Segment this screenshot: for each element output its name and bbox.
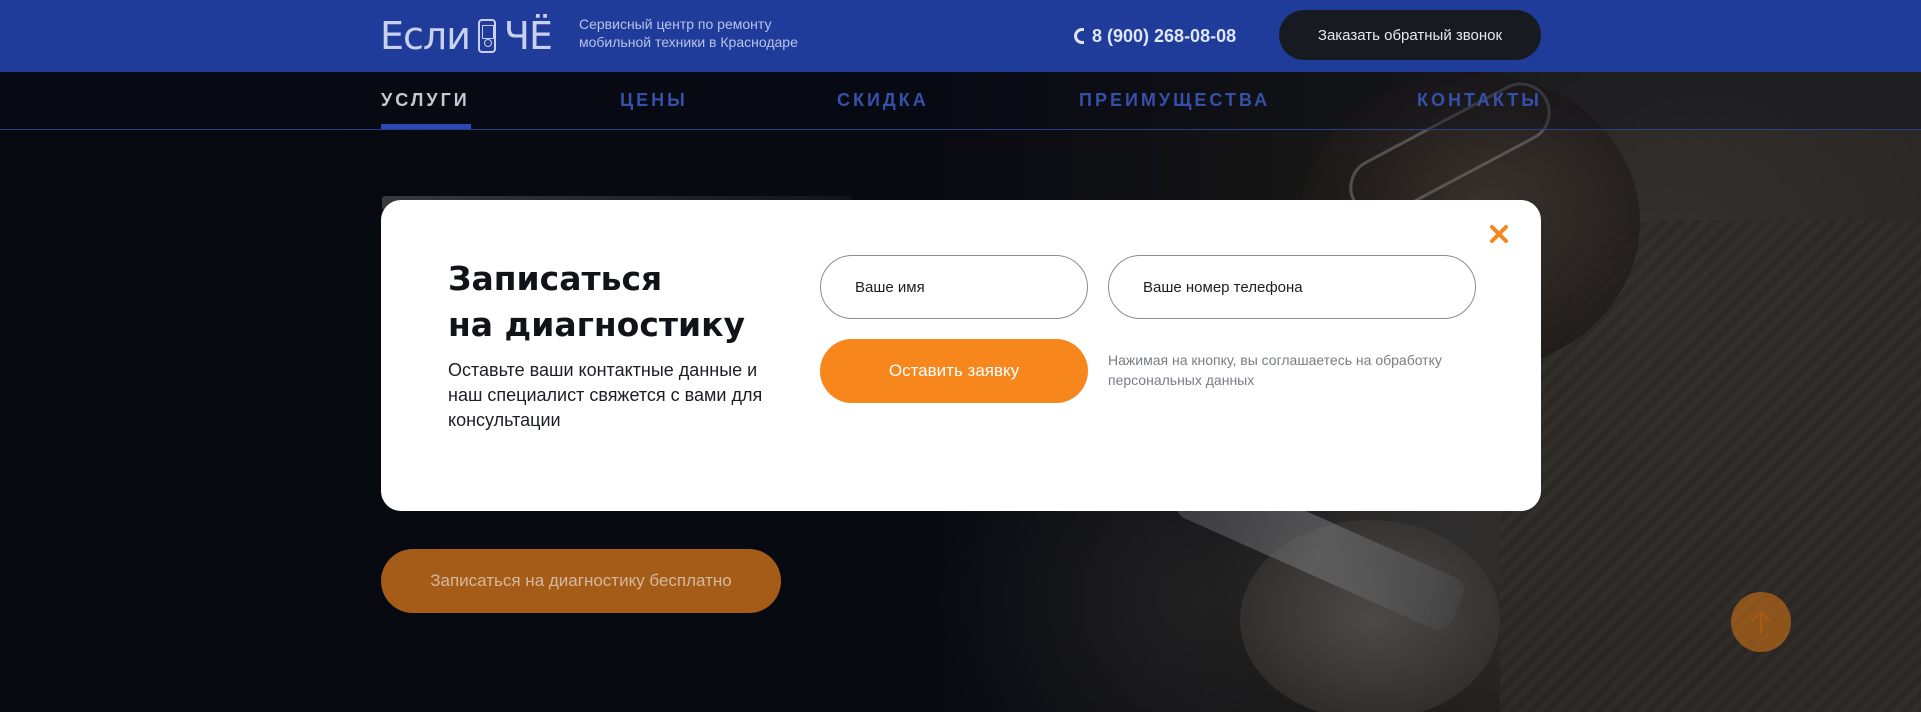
nav-item-contacts[interactable]: КОНТАКТЫ: [1417, 90, 1542, 114]
logo-phone-icon: [477, 19, 496, 53]
nav-item-prices[interactable]: ЦЕНЫ: [620, 90, 688, 114]
logo-text-right: ЧЁ: [503, 14, 553, 58]
close-icon: [1490, 225, 1508, 243]
submit-request-button[interactable]: Оставить заявку: [820, 339, 1088, 403]
logo[interactable]: Если ЧЁ: [380, 12, 553, 60]
phone-icon: [1074, 28, 1084, 44]
arrow-up-icon: [1752, 610, 1770, 634]
nav-item-discount[interactable]: СКИДКА: [837, 90, 929, 114]
modal-close-button[interactable]: [1485, 220, 1513, 248]
nav-item-services[interactable]: УСЛУГИ: [381, 90, 470, 114]
consent-text: Нажимая на кнопку, вы соглашаетесь на об…: [1108, 352, 1442, 388]
name-input[interactable]: [820, 255, 1088, 319]
tagline: Сервисный центр по ремонту мобильной тех…: [579, 16, 798, 50]
phone-link[interactable]: 8 (900) 268-08-08: [1074, 24, 1236, 48]
main-nav: УСЛУГИ ЦЕНЫ СКИДКА ПРЕИМУЩЕСТВА КОНТАКТЫ: [0, 72, 1921, 130]
top-header: Если ЧЁ Сервисный центр по ремонту мобил…: [0, 0, 1921, 72]
phone-input[interactable]: [1108, 255, 1476, 319]
diagnostics-modal: Записаться на диагностику Оставьте ваши …: [381, 200, 1541, 511]
phone-number: 8 (900) 268-08-08: [1092, 25, 1237, 46]
modal-title-line2: на диагностику: [448, 305, 746, 344]
nav-active-indicator: [381, 124, 471, 129]
modal-description: Оставьте ваши контактные данные и наш сп…: [448, 360, 763, 430]
modal-title-line1: Записаться: [448, 259, 663, 298]
callback-button[interactable]: Заказать обратный звонок: [1279, 10, 1541, 60]
modal-title: Записаться на диагностику: [448, 256, 778, 348]
nav-item-advantages[interactable]: ПРЕИМУЩЕСТВА: [1079, 90, 1270, 114]
logo-text-left: Если: [380, 14, 471, 58]
scroll-top-button[interactable]: [1731, 592, 1791, 652]
hero-diagnostics-button[interactable]: Записаться на диагностику бесплатно: [381, 549, 781, 613]
